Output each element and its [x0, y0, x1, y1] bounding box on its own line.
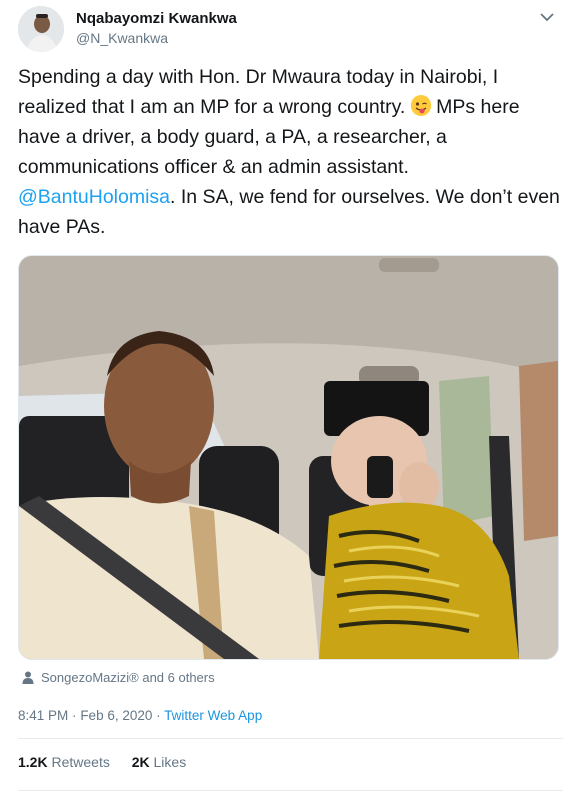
divider: [18, 790, 563, 791]
chevron-down-icon[interactable]: [540, 12, 554, 22]
divider: [18, 738, 563, 739]
tweet-date[interactable]: Feb 6, 2020: [80, 708, 152, 723]
person-icon: [22, 671, 34, 684]
tweet-client-link[interactable]: Twitter Web App: [164, 708, 262, 723]
likes-count: 2K: [131, 754, 150, 770]
tweet-timestamp: 8:41 PM · Feb 6, 2020 · Twitter Web App: [18, 708, 262, 723]
avatar[interactable]: [18, 6, 64, 52]
author-handle[interactable]: @N_Kwankwa: [76, 30, 237, 46]
mention-link[interactable]: @BantuHolomisa: [18, 186, 170, 208]
likes-label: Likes: [153, 754, 187, 770]
winking-face-with-tongue-emoji-icon: [410, 95, 431, 116]
likes-stat[interactable]: 2K Likes: [132, 754, 186, 770]
tweet-time[interactable]: 8:41 PM: [18, 708, 68, 723]
tweet-stats: 1.2K Retweets 2K Likes: [18, 754, 204, 770]
author-display-name[interactable]: Nqabayomzi Kwankwa: [76, 10, 237, 27]
tweet: Nqabayomzi Kwankwa @N_Kwankwa Spending a…: [0, 0, 580, 800]
meta-separator: ·: [72, 708, 77, 723]
retweets-stat[interactable]: 1.2K Retweets: [18, 754, 110, 770]
meta-separator: ·: [156, 708, 161, 723]
tweet-photo[interactable]: [18, 255, 559, 660]
tagged-people[interactable]: SongezoMazizi® and 6 others: [22, 670, 215, 685]
tweet-text: Spending a day with Hon. Dr Mwaura today…: [18, 62, 563, 242]
retweets-count: 1.2K: [18, 754, 48, 770]
tweet-header: Nqabayomzi Kwankwa @N_Kwankwa: [18, 6, 564, 52]
author-names: Nqabayomzi Kwankwa @N_Kwankwa: [76, 10, 237, 46]
tagged-people-label: SongezoMazizi® and 6 others: [41, 670, 215, 685]
retweets-label: Retweets: [51, 754, 110, 770]
